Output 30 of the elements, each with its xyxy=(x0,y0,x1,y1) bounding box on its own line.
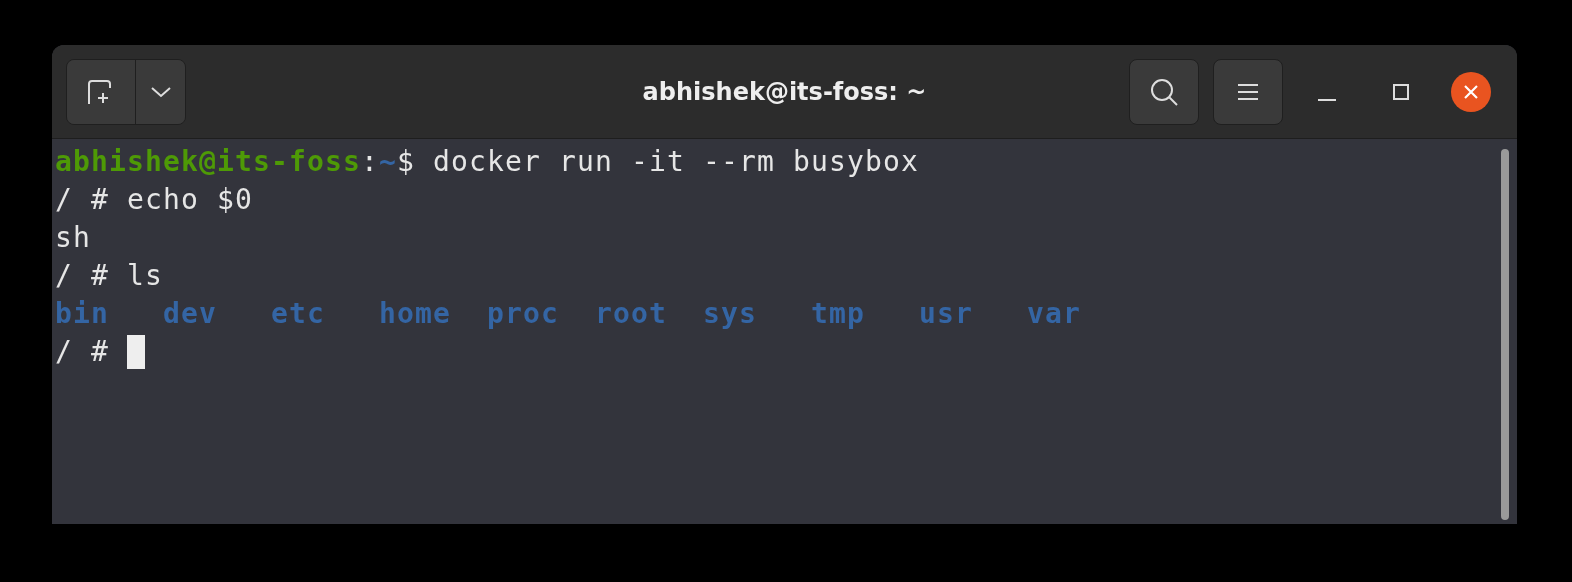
directory-name: etc xyxy=(271,296,326,332)
terminal-text: / # ls xyxy=(55,258,163,294)
scrollbar[interactable] xyxy=(1501,149,1509,520)
prompt-path: ~ xyxy=(378,144,397,180)
directory-name: proc xyxy=(487,296,560,332)
terminal-text: $ docker run -it --rm busybox xyxy=(396,144,919,180)
menu-icon xyxy=(1236,81,1260,102)
terminal-text: / # xyxy=(55,334,110,370)
directory-name: sys xyxy=(703,296,758,332)
directory-name: dev xyxy=(163,296,218,332)
new-tab-button[interactable] xyxy=(67,59,136,124)
directory-name: tmp xyxy=(811,296,866,332)
chevron-down-icon xyxy=(149,84,172,99)
search-button[interactable] xyxy=(1129,58,1199,125)
directory-name: bin xyxy=(55,296,110,332)
terminal-text: / # echo $0 xyxy=(55,182,253,218)
menu-button[interactable] xyxy=(1213,58,1283,125)
window-title: abhishek@its-foss: ~ xyxy=(641,77,928,106)
terminal-text: : xyxy=(360,144,379,180)
close-button[interactable] xyxy=(1451,71,1491,112)
close-icon xyxy=(1462,82,1480,101)
directory-name: var xyxy=(1027,296,1082,332)
maximize-icon xyxy=(1392,82,1410,101)
minimize-icon xyxy=(1318,98,1336,101)
directory-name: usr xyxy=(919,296,974,332)
directory-name: root xyxy=(595,296,668,332)
search-icon xyxy=(1149,76,1179,107)
directory-name: home xyxy=(379,296,452,332)
prompt-user: abhishek@its-foss xyxy=(55,144,361,180)
terminal-text: sh xyxy=(55,220,91,256)
